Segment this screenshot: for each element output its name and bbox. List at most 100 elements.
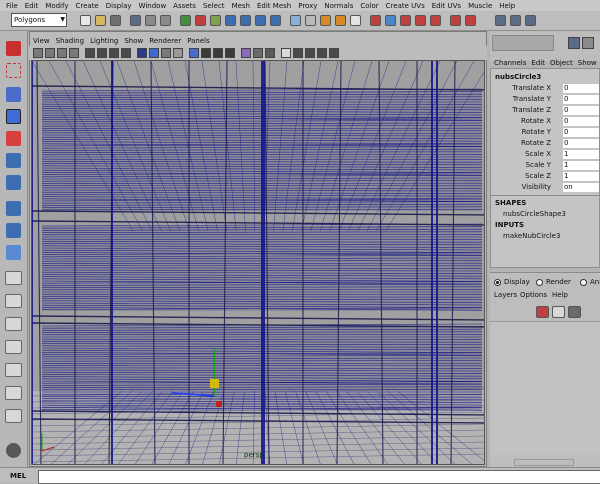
attr-value-field[interactable]: 0 (563, 139, 599, 148)
save-scene-icon[interactable] (110, 15, 121, 26)
resolution-gate-icon[interactable] (109, 48, 119, 58)
move-tool-icon[interactable] (6, 109, 21, 124)
attr-value-field[interactable]: 0 (563, 106, 599, 115)
menu-edit-uvs[interactable]: Edit UVs (432, 2, 461, 10)
layers-menu[interactable]: Layers (494, 291, 517, 299)
use-all-lights-icon[interactable] (201, 48, 211, 58)
layout-two-icon[interactable] (5, 317, 22, 331)
snap-grid-icon[interactable] (225, 15, 236, 26)
channel-menu-show[interactable]: Show (578, 59, 597, 67)
camera-attributes-icon[interactable] (45, 48, 55, 58)
menu-select[interactable]: Select (203, 2, 225, 10)
menu-mesh[interactable]: Mesh (232, 2, 250, 10)
new-layer-selected-icon[interactable] (552, 306, 565, 318)
menu-color[interactable]: Color (360, 2, 378, 10)
rotate-tool-icon[interactable] (6, 131, 21, 146)
wireframe-on-shaded-icon[interactable] (161, 48, 171, 58)
menu-modify[interactable]: Modify (45, 2, 68, 10)
channel-menu-edit[interactable]: Edit (531, 59, 545, 67)
anim-layer-radio[interactable] (580, 279, 587, 286)
menu-muscle[interactable]: Muscle (468, 2, 492, 10)
construction-history-icon[interactable] (305, 15, 316, 26)
soft-mod-tool-icon[interactable] (6, 201, 21, 216)
layout-four-icon[interactable] (5, 294, 22, 308)
paint-select-tool-icon[interactable] (6, 87, 21, 102)
menu-proxy[interactable]: Proxy (298, 2, 317, 10)
new-scene-icon[interactable] (80, 15, 91, 26)
channel-box-icon[interactable] (568, 37, 580, 49)
attr-value-field[interactable]: 1 (563, 161, 599, 170)
image-plane-icon[interactable] (69, 48, 79, 58)
textured-icon[interactable] (189, 48, 199, 58)
magnet-icon-2[interactable] (415, 15, 426, 26)
backface-icon[interactable] (293, 48, 303, 58)
menu-edit[interactable]: Edit (25, 2, 39, 10)
hq-render-icon[interactable] (225, 48, 235, 58)
attr-value-field[interactable]: on (563, 183, 599, 192)
camera-select-icon[interactable] (33, 48, 43, 58)
viewport-menu-renderer[interactable]: Renderer (149, 37, 181, 45)
mask-icon-2[interactable] (195, 15, 206, 26)
new-layer-icon[interactable] (536, 306, 549, 318)
menu-help[interactable]: Help (499, 2, 515, 10)
shape-node-name[interactable]: nubsCircleShape3 (503, 210, 566, 218)
scale-tool-icon[interactable] (6, 153, 21, 168)
channel-box-tab[interactable] (492, 35, 554, 51)
wireframe-icon[interactable] (137, 48, 147, 58)
mode-icon[interactable] (385, 15, 396, 26)
attr-value-field[interactable]: 0 (563, 117, 599, 126)
render-settings-icon[interactable] (350, 15, 361, 26)
mask-icon[interactable] (180, 15, 191, 26)
horizontal-scrollbar[interactable] (514, 459, 574, 466)
magnet-icon-3[interactable] (430, 15, 441, 26)
menu-set-dropdown[interactable]: Polygons ▼ (11, 13, 67, 27)
xray-icon[interactable] (173, 48, 183, 58)
select-tool-icon[interactable] (6, 41, 21, 56)
last-tool-icon[interactable] (6, 245, 21, 260)
magnet-icon-4[interactable] (450, 15, 461, 26)
channel-menu-channels[interactable]: Channels (494, 59, 526, 67)
mask-icon-3[interactable] (210, 15, 221, 26)
show-manipulator-icon[interactable] (6, 223, 21, 238)
ambient-occlusion-icon[interactable] (329, 48, 339, 58)
toggle-attribute-editor-icon[interactable] (495, 15, 506, 26)
xray-joints-icon[interactable] (253, 48, 263, 58)
options-menu[interactable]: Options (520, 291, 547, 299)
bookmark-icon[interactable] (57, 48, 67, 58)
menu-create[interactable]: Create (75, 2, 98, 10)
channel-menu-object[interactable]: Object (550, 59, 573, 67)
isolate-select-icon[interactable] (241, 48, 251, 58)
toggle-tool-settings-icon[interactable] (510, 15, 521, 26)
lasso-tool-icon[interactable] (6, 63, 21, 78)
anti-alias-icon[interactable] (305, 48, 315, 58)
attr-value-field[interactable]: 1 (563, 172, 599, 181)
gate-mask-icon[interactable] (121, 48, 131, 58)
manipulator-tool-icon[interactable] (6, 175, 21, 190)
menu-file[interactable]: File (6, 2, 18, 10)
smooth-shade-icon[interactable] (149, 48, 159, 58)
command-input[interactable] (38, 470, 600, 484)
magnet-icon[interactable] (400, 15, 411, 26)
layout-persp-graph-icon[interactable] (5, 340, 22, 354)
viewport-menu-shading[interactable]: Shading (56, 37, 84, 45)
attr-value-field[interactable]: 1 (563, 150, 599, 159)
menu-edit-mesh[interactable]: Edit Mesh (257, 2, 291, 10)
shadows-icon[interactable] (213, 48, 223, 58)
display-layer-radio[interactable] (494, 279, 501, 286)
select-hierarchy-icon[interactable] (130, 15, 141, 26)
select-component-icon[interactable] (160, 15, 171, 26)
depth-of-field-icon[interactable] (317, 48, 327, 58)
snap-surface-icon[interactable] (270, 15, 281, 26)
toggle-channel-box-icon[interactable] (525, 15, 536, 26)
layer-editor-icon[interactable] (582, 37, 594, 49)
menu-display[interactable]: Display (106, 2, 132, 10)
render-icon[interactable] (320, 15, 331, 26)
ipr-render-icon[interactable] (335, 15, 346, 26)
menu-assets[interactable]: Assets (173, 2, 196, 10)
input-node-name[interactable]: makeNubCircle3 (503, 232, 560, 240)
magnet-icon-5[interactable] (465, 15, 476, 26)
attr-value-field[interactable]: 0 (563, 84, 599, 93)
menu-window[interactable]: Window (139, 2, 167, 10)
viewport-menu-view[interactable]: View (33, 37, 50, 45)
render-layer-radio[interactable] (536, 279, 543, 286)
